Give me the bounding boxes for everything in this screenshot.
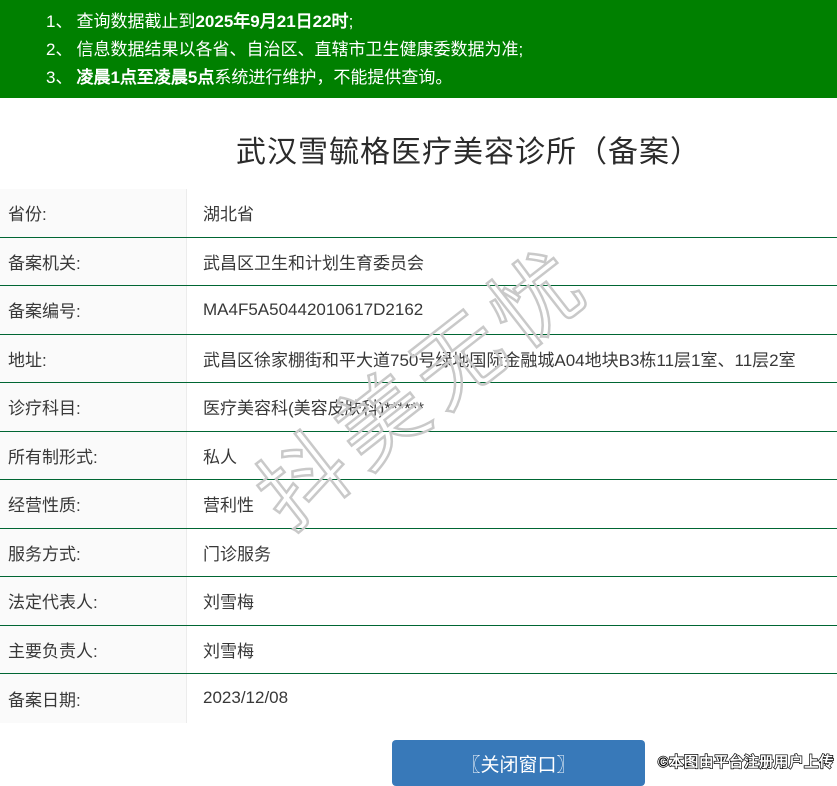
row-value: 2023/12/08 <box>187 674 837 723</box>
row-value: 门诊服务 <box>187 529 837 577</box>
upload-credit: ©本图由平台注册用户上传 <box>658 751 834 772</box>
table-row: 地址: 武昌区徐家棚街和平大道750号绿地国际金融城A04地块B3栋11层1室、… <box>0 335 837 384</box>
notice-item: 2、信息数据结果以各省、自治区、直辖市卫生健康委数据为准; <box>46 36 827 64</box>
page-title: 武汉雪毓格医疗美容诊所（备案） <box>100 135 837 171</box>
row-label: 备案日期: <box>0 674 187 723</box>
table-row: 诊疗科目: 医疗美容科(美容皮肤科)****** <box>0 383 837 432</box>
table-row: 法定代表人: 刘雪梅 <box>0 577 837 626</box>
row-value: 武昌区徐家棚街和平大道750号绿地国际金融城A04地块B3栋11层1室、11层2… <box>187 335 837 383</box>
notice-banner: 1、查询数据截止到2025年9月21日22时; 2、信息数据结果以各省、自治区、… <box>0 0 837 98</box>
notice-number: 1、 <box>46 12 72 31</box>
notice-text: 系统进行维护，不能提供查询。 <box>214 68 452 87</box>
table-row: 省份: 湖北省 <box>0 189 837 238</box>
table-row: 主要负责人: 刘雪梅 <box>0 626 837 675</box>
notice-text: 信息数据结果以各省、自治区、直辖市卫生健康委数据为准; <box>76 40 523 59</box>
info-table: 省份: 湖北省 备案机关: 武昌区卫生和计划生育委员会 备案编号: MA4F5A… <box>0 189 837 723</box>
notice-text-bold: 2025年9月21日22时 <box>195 12 348 31</box>
row-value: 医疗美容科(美容皮肤科)****** <box>187 383 837 431</box>
row-label: 法定代表人: <box>0 577 187 625</box>
row-value: 武昌区卫生和计划生育委员会 <box>187 238 837 286</box>
table-row: 经营性质: 营利性 <box>0 480 837 529</box>
notice-number: 3、 <box>46 68 72 87</box>
notice-text: 查询数据截止到 <box>76 12 195 31</box>
row-label: 备案编号: <box>0 286 187 334</box>
row-label: 主要负责人: <box>0 626 187 674</box>
row-value: 刘雪梅 <box>187 577 837 625</box>
row-label: 诊疗科目: <box>0 383 187 431</box>
row-label: 省份: <box>0 189 187 237</box>
row-label: 服务方式: <box>0 529 187 577</box>
row-label: 地址: <box>0 335 187 383</box>
notice-item: 1、查询数据截止到2025年9月21日22时; <box>46 8 827 36</box>
row-value: 营利性 <box>187 480 837 528</box>
table-row: 备案机关: 武昌区卫生和计划生育委员会 <box>0 238 837 287</box>
notice-text-bold: 凌晨1点至凌晨5点 <box>76 68 214 87</box>
row-label: 备案机关: <box>0 238 187 286</box>
table-row: 所有制形式: 私人 <box>0 432 837 481</box>
table-row: 备案编号: MA4F5A50442010617D2162 <box>0 286 837 335</box>
row-value: 私人 <box>187 432 837 480</box>
table-row: 备案日期: 2023/12/08 <box>0 674 837 723</box>
notice-text: ; <box>349 12 354 31</box>
notice-number: 2、 <box>46 40 72 59</box>
row-value: 湖北省 <box>187 189 837 237</box>
row-label: 所有制形式: <box>0 432 187 480</box>
notice-item: 3、凌晨1点至凌晨5点系统进行维护，不能提供查询。 <box>46 64 827 92</box>
table-row: 服务方式: 门诊服务 <box>0 529 837 578</box>
row-label: 经营性质: <box>0 480 187 528</box>
row-value: 刘雪梅 <box>187 626 837 674</box>
close-window-button[interactable]: 〖关闭窗口〗 <box>392 740 645 786</box>
row-value: MA4F5A50442010617D2162 <box>187 286 837 334</box>
